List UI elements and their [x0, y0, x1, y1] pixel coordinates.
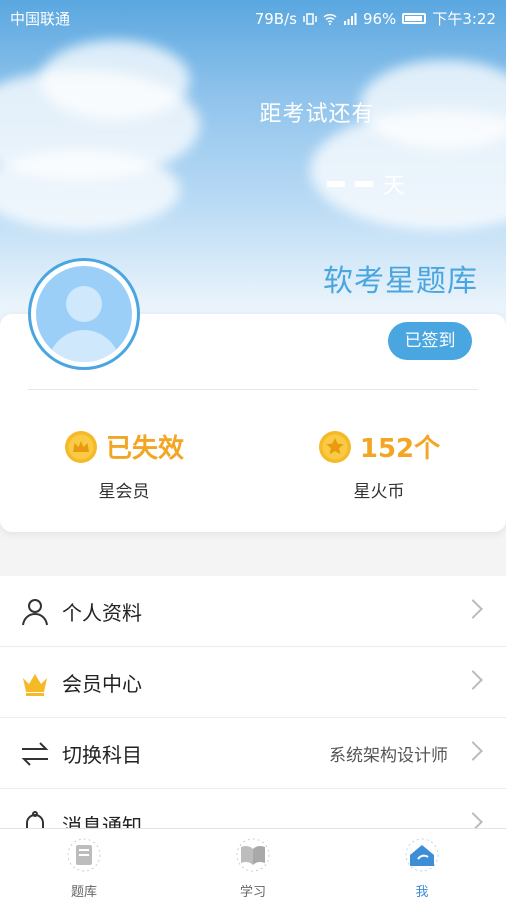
person-icon — [22, 599, 48, 626]
coins-stat[interactable]: 152个 星火币 — [279, 428, 479, 502]
tab-label: 学习 — [239, 885, 266, 900]
menu-label: 切换科目 — [62, 742, 142, 767]
menu-label: 个人资料 — [62, 600, 142, 625]
battery-percent: 96% — [362, 9, 397, 28]
clock: 下午3:22 — [432, 10, 496, 28]
coins-count: 152个 — [359, 434, 441, 464]
question-bank-icon — [67, 838, 101, 872]
menu-label: 会员中心 — [62, 671, 142, 696]
countdown-dash — [355, 181, 373, 187]
countdown-days: 天 — [327, 168, 405, 200]
tab-label: 题库 — [70, 885, 97, 900]
app-name: 软考星题库 — [323, 264, 478, 299]
chevron-right-icon — [463, 670, 483, 690]
signal-icon — [343, 12, 357, 25]
membership-status: 已失效 — [105, 434, 184, 464]
swap-icon — [21, 742, 49, 766]
avatar-placeholder-icon — [36, 266, 132, 362]
bottom-tab-bar: 题库 学习 我 — [0, 828, 506, 901]
tab-question-bank[interactable]: 题库 — [0, 829, 168, 901]
coins-label: 星火币 — [353, 482, 405, 502]
tab-label: 我 — [415, 885, 429, 900]
signin-button[interactable]: 已签到 — [388, 322, 472, 360]
crown-coin-icon — [64, 430, 97, 463]
countdown-unit: 天 — [383, 174, 406, 199]
membership-stat[interactable]: 已失效 星会员 — [24, 428, 224, 502]
tab-study[interactable]: 学习 — [169, 829, 337, 901]
battery-icon — [402, 13, 427, 24]
card-divider — [28, 389, 478, 390]
countdown-title: 距考试还有 — [259, 102, 375, 127]
countdown-dash — [327, 181, 345, 187]
avatar[interactable] — [28, 258, 140, 370]
membership-label: 星会员 — [98, 482, 150, 502]
tab-me[interactable]: 我 — [338, 829, 506, 901]
star-coin-icon — [318, 430, 351, 463]
vibrate-icon — [303, 12, 317, 25]
current-subject: 系统架构设计师 — [329, 745, 448, 766]
menu-item-vip[interactable]: 会员中心 — [0, 647, 506, 718]
carrier-label: 中国联通 — [10, 10, 71, 28]
net-speed: 79B/s — [254, 9, 297, 28]
crown-icon — [23, 674, 47, 696]
home-icon — [405, 838, 439, 872]
settings-menu: 个人资料 会员中心 切换科目 系统架构设计师 消息通知 — [0, 576, 506, 860]
menu-item-switch-subject[interactable]: 切换科目 系统架构设计师 — [0, 718, 506, 789]
chevron-right-icon — [463, 599, 483, 619]
status-bar: 中国联通 79B/s 96% 下午3:22 — [0, 0, 506, 34]
chevron-right-icon — [463, 741, 483, 761]
menu-item-profile[interactable]: 个人资料 — [0, 576, 506, 647]
wifi-icon — [323, 13, 337, 25]
book-icon — [236, 838, 270, 872]
